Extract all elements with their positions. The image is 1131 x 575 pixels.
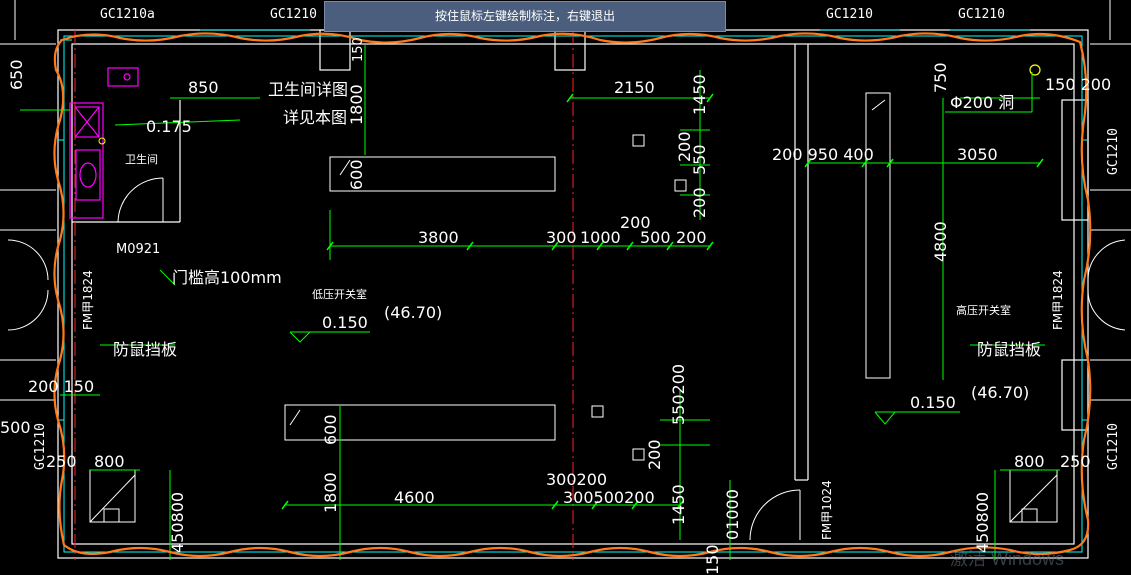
dim-1800-a: 1800 bbox=[347, 84, 366, 125]
dim-1450-a: 1450 bbox=[690, 74, 709, 115]
high-voltage-room-label: 高压开关室 bbox=[956, 303, 1011, 317]
dim-300200: 300200 bbox=[546, 470, 607, 489]
dim-3050: 3050 bbox=[957, 145, 998, 164]
window-tag-gc1210-1: GC1210 bbox=[270, 7, 317, 22]
rat-guard-right: 防鼠挡板 bbox=[977, 340, 1041, 359]
dim-200-e: 200 bbox=[645, 439, 664, 470]
dim-200-b: 200 bbox=[690, 187, 709, 218]
cad-drawing-canvas[interactable]: GC1210a GC1210 GC1210 GC1210 GC1210 GC12… bbox=[0, 0, 1131, 575]
dim-1800-b: 1800 bbox=[321, 472, 340, 513]
window-tag-gc1210-r1: GC1210 bbox=[1106, 128, 1121, 175]
door-tag-fm-mid: FM甲1024 bbox=[820, 480, 834, 540]
rat-guard-left: 防鼠挡板 bbox=[113, 340, 177, 359]
dim-650: 650 bbox=[7, 59, 26, 90]
window-tag-gc1210-2: GC1210 bbox=[826, 7, 873, 22]
dim-800-b: 800 bbox=[1014, 452, 1045, 471]
dim-1450-b: 1450 bbox=[669, 484, 688, 525]
elevation-0150-a: 0.150 bbox=[322, 313, 368, 332]
dim-750: 750 bbox=[931, 62, 950, 93]
dim-200-150: 200 150 bbox=[28, 377, 94, 396]
door-tag-fm-right: FM甲1824 bbox=[1051, 270, 1065, 330]
window-tag-gc1210a: GC1210a bbox=[100, 7, 155, 22]
dim-200-d: 200 bbox=[676, 228, 707, 247]
dim-850: 850 bbox=[188, 78, 219, 97]
elevation-0175: 0.175 bbox=[146, 117, 192, 136]
sill-height-note: 门槛高100mm bbox=[172, 268, 282, 287]
dim-600-a: 600 bbox=[347, 159, 366, 190]
wc-room-label: 卫生间 bbox=[125, 152, 158, 166]
dim-550-a: 550 bbox=[690, 144, 709, 175]
dim-200-950-400: 200 950 400 bbox=[772, 145, 874, 164]
dim-550200: 550200 bbox=[669, 364, 688, 425]
door-tag-m0921: M0921 bbox=[116, 242, 160, 257]
see-drawing-note: 详见本图 bbox=[283, 108, 347, 127]
elevation-4670-b: (46.70) bbox=[971, 383, 1029, 402]
wc-detail-note: 卫生间详图 bbox=[268, 80, 348, 99]
dim-4800: 4800 bbox=[931, 221, 950, 262]
dim-500-a: 500 bbox=[640, 228, 671, 247]
dim-500-left: 500 bbox=[0, 418, 31, 437]
dim-250-a: 250 bbox=[46, 452, 77, 471]
dim-800-a: 800 bbox=[94, 452, 125, 471]
dim-150-top: 150 bbox=[351, 37, 366, 62]
dim-250-b: 250 bbox=[1060, 452, 1091, 471]
window-tag-gc1210-r2: GC1210 bbox=[1106, 423, 1121, 470]
hole-callout: Φ200 洞 bbox=[950, 93, 1014, 112]
dim-01000: 01000 bbox=[723, 489, 742, 540]
dim-450800-a: 450800 bbox=[168, 492, 187, 553]
window-tag-gc1210-3: GC1210 bbox=[958, 7, 1005, 22]
door-tag-fm-left: FM甲1824 bbox=[81, 270, 95, 330]
low-voltage-room-label: 低压开关室 bbox=[312, 287, 367, 301]
dim-4600: 4600 bbox=[394, 488, 435, 507]
dim-3800: 3800 bbox=[418, 228, 459, 247]
dim-300500200: 300500200 bbox=[563, 488, 655, 507]
dim-2150: 2150 bbox=[614, 78, 655, 97]
elevation-4670-a: (46.70) bbox=[384, 303, 442, 322]
dim-600-b: 600 bbox=[321, 414, 340, 445]
windows-activation-watermark: 激活 Windows bbox=[950, 549, 1065, 569]
dim-300-a: 300 bbox=[546, 228, 577, 247]
dim-150-bottom: 150 bbox=[703, 544, 722, 575]
dim-450800-b: 450800 bbox=[973, 492, 992, 553]
elevation-0150-b: 0.150 bbox=[910, 393, 956, 412]
command-tooltip: 按住鼠标左键绘制标注，右键退出 bbox=[324, 1, 726, 32]
dim-150-200: 150 200 bbox=[1045, 75, 1111, 94]
dim-1000-a: 1000 bbox=[580, 228, 621, 247]
